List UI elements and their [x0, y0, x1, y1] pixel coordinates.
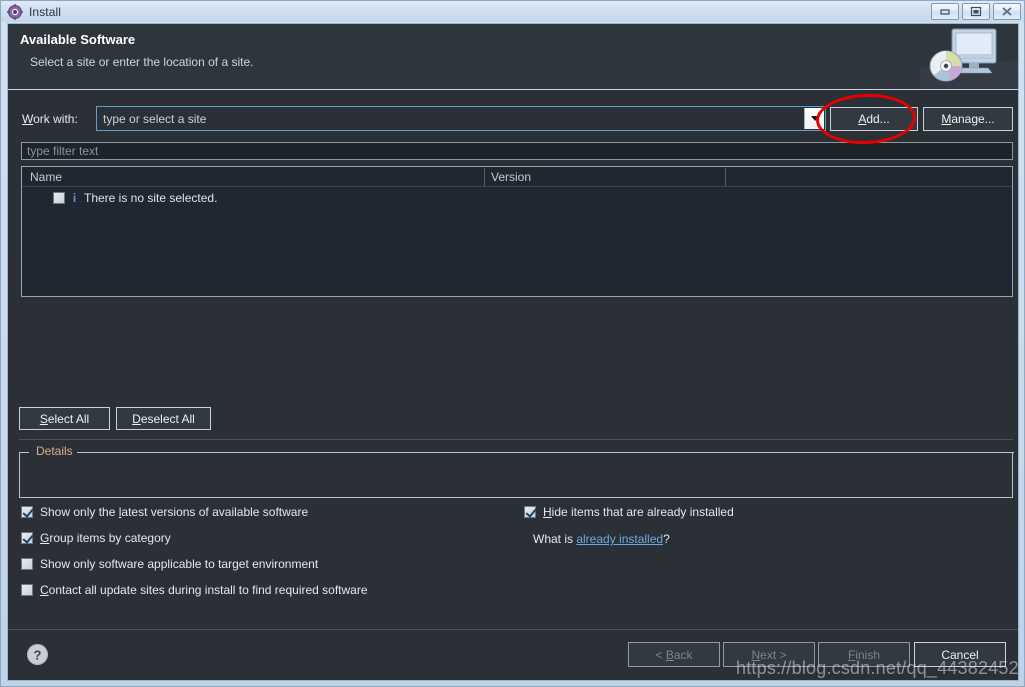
minimize-button[interactable] — [931, 3, 959, 20]
wizard-banner: Available Software Select a site or ente… — [8, 24, 1018, 90]
details-group-label: Details — [32, 444, 77, 458]
next-button-label: Next > — [751, 647, 787, 662]
info-icon: i — [72, 191, 77, 205]
chevron-down-icon[interactable] — [804, 108, 824, 129]
back-button-label: < Back — [655, 647, 693, 662]
column-header-name[interactable]: Name — [30, 170, 62, 184]
option-label: Hide items that are already installed — [543, 505, 734, 519]
select-all-button[interactable]: Select All — [19, 407, 110, 430]
option-applicable-target-env[interactable]: Show only software applicable to target … — [21, 557, 318, 571]
back-button[interactable]: < Back — [628, 642, 720, 667]
table-header: Name Version — [22, 167, 1012, 187]
option-show-latest-versions[interactable]: Show only the latest versions of availab… — [21, 505, 308, 519]
what-is-suffix: ? — [663, 532, 670, 546]
option-label: Group items by category — [40, 531, 171, 545]
option-hide-installed[interactable]: Hide items that are already installed — [524, 505, 734, 519]
deselect-all-label: Deselect All — [132, 411, 195, 426]
row-name-cell: There is no site selected. — [84, 191, 218, 205]
column-divider-2[interactable] — [725, 168, 726, 186]
minimize-icon — [940, 9, 950, 15]
already-installed-link[interactable]: already installed — [576, 532, 663, 546]
work-with-combo[interactable]: type or select a site — [96, 106, 826, 131]
work-with-input-placeholder: type or select a site — [103, 111, 207, 126]
help-icon[interactable]: ? — [26, 643, 49, 666]
checkbox-hide-installed[interactable] — [524, 506, 536, 518]
checkbox-contact-all-update-sites[interactable] — [21, 584, 33, 596]
maximize-icon — [970, 6, 982, 17]
manage-button-label: Manage... — [941, 112, 995, 126]
checkbox-group-by-category[interactable] — [21, 532, 33, 544]
checkbox-applicable-target-env[interactable] — [21, 558, 33, 570]
dialog-body: Available Software Select a site or ente… — [7, 23, 1019, 681]
option-label: Contact all update sites during install … — [40, 583, 368, 597]
install-dialog-window: Install Available Software Select a site… — [0, 0, 1025, 687]
banner-subtitle: Select a site or enter the location of a… — [30, 55, 254, 69]
window-controls — [931, 3, 1021, 20]
what-is-prefix: What is — [533, 532, 577, 546]
what-is-already-installed: What is already installed? — [533, 532, 670, 546]
window-title: Install — [29, 4, 62, 19]
close-button[interactable] — [993, 3, 1021, 20]
window-frame: Install Available Software Select a site… — [0, 0, 1025, 687]
add-button[interactable]: Add... — [830, 107, 918, 131]
option-label: Show only the latest versions of availab… — [40, 505, 309, 519]
work-with-label: Work with: — [22, 112, 78, 126]
finish-button-label: Finish — [847, 647, 881, 662]
work-with-row: Work with: type or select a site Add... … — [8, 106, 1018, 136]
dialog-content: Work with: type or select a site Add... … — [8, 90, 1018, 680]
option-label: Show only software applicable to target … — [40, 557, 319, 571]
maximize-button[interactable] — [962, 3, 990, 20]
details-group: Details — [19, 444, 1014, 498]
filter-input[interactable]: type filter text — [21, 142, 1013, 160]
cancel-button-label: Cancel — [941, 647, 979, 662]
next-button[interactable]: Next > — [723, 642, 815, 667]
svg-text:?: ? — [34, 648, 42, 663]
finish-button[interactable]: Finish — [818, 642, 910, 667]
option-contact-all-update-sites[interactable]: Contact all update sites during install … — [21, 583, 368, 597]
option-group-by-category[interactable]: Group items by category — [21, 531, 171, 545]
monitor-with-disc-icon — [920, 24, 1018, 89]
dialog-footer: ? < Back Next > Finish Cancel — [8, 629, 1018, 680]
table-row[interactable]: i There is no site selected. — [22, 191, 217, 205]
separator-rule — [19, 439, 1013, 440]
select-all-label: Select All — [39, 411, 90, 426]
add-button-label: Add... — [858, 112, 890, 126]
row-checkbox[interactable] — [53, 192, 65, 204]
cancel-button[interactable]: Cancel — [914, 642, 1006, 667]
title-bar: Install — [1, 1, 1024, 22]
banner-title: Available Software — [20, 32, 136, 47]
gear-icon — [7, 3, 23, 20]
checkbox-show-latest-versions[interactable] — [21, 506, 33, 518]
filter-input-placeholder: type filter text — [27, 144, 99, 158]
available-software-table[interactable]: Name Version i There is no site selected… — [21, 166, 1013, 297]
deselect-all-button[interactable]: Deselect All — [116, 407, 211, 430]
column-header-version[interactable]: Version — [483, 170, 531, 184]
manage-button[interactable]: Manage... — [923, 107, 1013, 131]
close-icon — [1002, 7, 1012, 16]
